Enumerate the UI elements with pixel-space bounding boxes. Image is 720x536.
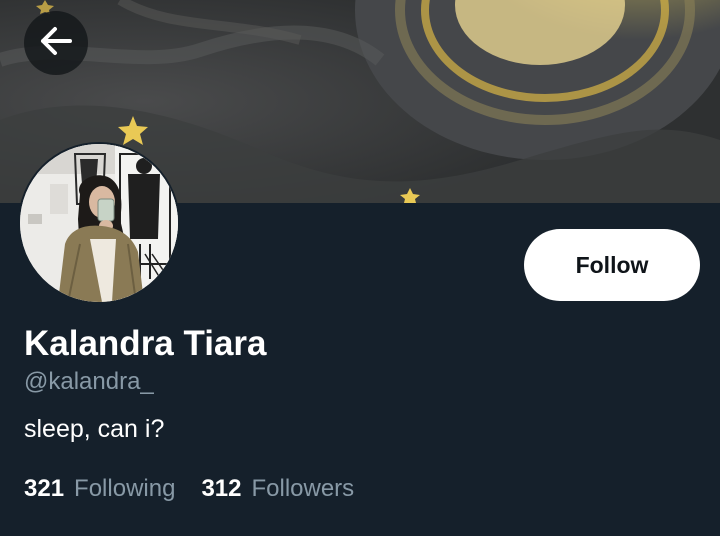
follow-button[interactable]: Follow [524, 229, 700, 301]
avatar-photo [20, 144, 178, 302]
followers-count: 312 [201, 475, 242, 502]
profile-stats: 321 Following 312 Followers [24, 474, 380, 504]
profile-screen: Follow Kalandra Tiara @kalandra_ sleep, … [0, 0, 720, 536]
display-name: Kalandra Tiara [24, 324, 267, 363]
profile-bio: sleep, can i? [24, 415, 165, 443]
followers-stat[interactable]: 312 Followers [201, 474, 354, 504]
following-stat[interactable]: 321 Following [24, 474, 175, 504]
user-handle: @kalandra_ [24, 368, 154, 395]
following-count: 321 [24, 475, 65, 502]
back-button[interactable] [24, 11, 88, 75]
arrow-left-icon [39, 26, 73, 61]
followers-label: Followers [251, 475, 355, 502]
following-label: Following [74, 475, 176, 502]
avatar[interactable] [20, 144, 178, 302]
